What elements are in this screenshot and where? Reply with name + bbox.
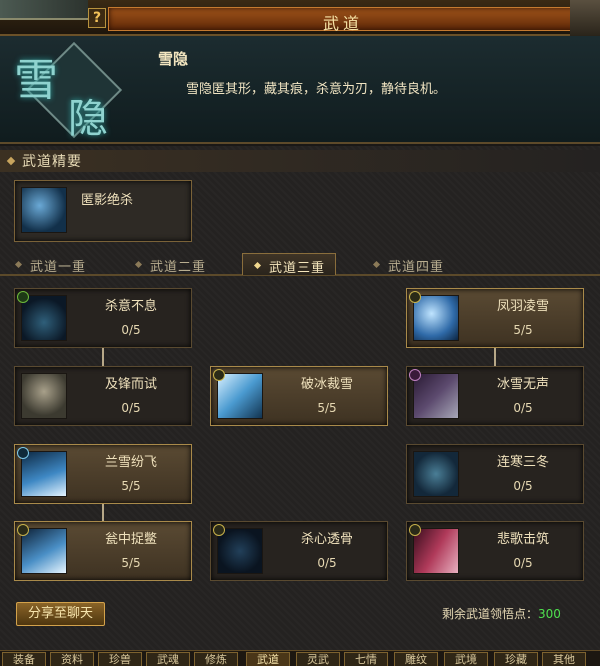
share-to-chat-button[interactable]: 分享至聊天 <box>16 602 105 626</box>
bone-pierce-icon <box>217 528 263 574</box>
bottom-tab-pets[interactable]: 珍兽 <box>98 652 142 666</box>
node-name: 兰雪纷飞 <box>104 455 157 470</box>
bottom-tab-emotions[interactable]: 七情 <box>344 652 388 666</box>
skill-node-ji-feng-er-shi[interactable]: 及锋而试 0/5 <box>14 366 192 426</box>
tab-tier-2[interactable]: 武道二重 <box>124 253 216 275</box>
skill-name: 雪隐 <box>158 50 189 68</box>
bottom-tab-engraving[interactable]: 雕纹 <box>394 652 438 666</box>
node-name: 瓮中捉鳖 <box>104 532 157 547</box>
node-name: 杀意不息 <box>104 299 157 314</box>
strike-badge-icon <box>17 524 29 536</box>
node-name: 破冰裁雪 <box>300 377 353 392</box>
core-skill-name: 匿影绝杀 <box>81 193 134 208</box>
node-points: 0/5 <box>513 556 533 570</box>
points-label: 剩余武道领悟点： <box>442 607 539 621</box>
node-points: 5/5 <box>317 401 337 415</box>
tab-diamond-icon <box>134 260 143 269</box>
phoenix-feather-icon <box>413 295 459 341</box>
node-points: 0/5 <box>513 479 533 493</box>
node-points: 5/5 <box>121 556 141 570</box>
remaining-points: 剩余武道领悟点：300 <box>442 605 561 622</box>
skill-node-lian-han-san-dong[interactable]: 连寒三冬 0/5 <box>406 444 584 504</box>
node-name: 连寒三冬 <box>496 455 549 470</box>
bottom-tab-spirit-weapon[interactable]: 灵武 <box>296 652 340 666</box>
node-points: 0/5 <box>121 323 141 337</box>
strike-badge-icon <box>213 524 225 536</box>
tab-label: 武道四重 <box>388 260 445 275</box>
swirl-badge-icon <box>409 369 421 381</box>
tab-label: 武道二重 <box>150 260 207 275</box>
leaf-badge-icon <box>17 291 29 303</box>
silent-frost-icon <box>413 373 459 419</box>
emblem-char-1: 雪 <box>14 55 58 106</box>
window-title: 武道 <box>322 14 363 33</box>
skill-node-bei-ge-ji-zhu[interactable]: 悲歌击筑 0/5 <box>406 521 584 581</box>
bottom-tab-realm[interactable]: 武境 <box>444 652 488 666</box>
title-decoration-right <box>570 0 600 36</box>
section-title: 武道精要 <box>22 154 82 170</box>
tree-connector <box>102 348 104 366</box>
strike-badge-icon <box>409 291 421 303</box>
bottom-tab-profile[interactable]: 资料 <box>50 652 94 666</box>
node-name: 及锋而试 <box>104 377 157 392</box>
bottom-tab-soul[interactable]: 武魂 <box>146 652 190 666</box>
node-points: 5/5 <box>121 479 141 493</box>
bottom-tab-wudao[interactable]: 武道 <box>246 652 290 666</box>
skill-node-lan-xue-fen-fei[interactable]: 兰雪纷飞 5/5 <box>14 444 192 504</box>
points-value: 300 <box>538 607 561 621</box>
tab-tier-1[interactable]: 武道一重 <box>4 253 96 275</box>
tab-diamond-icon <box>372 260 381 269</box>
tree-connector <box>102 503 104 521</box>
moon-badge-icon <box>17 447 29 459</box>
bottom-tab-cultivation[interactable]: 修炼 <box>194 652 238 666</box>
skill-node-sha-xin-tou-gu[interactable]: 杀心透骨 0/5 <box>210 521 388 581</box>
help-button[interactable]: ? <box>88 8 106 28</box>
strike-badge-icon <box>213 369 225 381</box>
skill-node-sha-yi-bu-xi[interactable]: 杀意不息 0/5 <box>14 288 192 348</box>
title-decoration-left <box>0 0 88 20</box>
tab-label: 武道三重 <box>269 261 326 276</box>
title-bar: ? 武道 <box>0 0 600 36</box>
node-name: 冰雪无声 <box>496 377 549 392</box>
node-name: 杀心透骨 <box>300 532 353 547</box>
shadow-kill-icon <box>21 187 67 233</box>
assassin-icon <box>21 295 67 341</box>
skill-node-feng-yu-ling-xue[interactable]: 凤羽凌雪 5/5 <box>406 288 584 348</box>
bottom-tab-equipment[interactable]: 装备 <box>2 652 46 666</box>
bottom-tab-other[interactable]: 其他 <box>542 652 586 666</box>
triple-winter-icon <box>413 451 459 497</box>
skill-description: 雪隐匿其形，藏其痕，杀意为刃，静待良机。 <box>186 82 447 97</box>
trap-icon <box>21 528 67 574</box>
node-name: 凤羽凌雪 <box>496 299 549 314</box>
bald-warrior-icon <box>21 373 67 419</box>
core-skill[interactable]: 匿影绝杀 <box>14 180 192 242</box>
node-name: 悲歌击筑 <box>496 532 549 547</box>
node-points: 0/5 <box>317 556 337 570</box>
ice-break-icon <box>217 373 263 419</box>
bottom-tab-collection[interactable]: 珍藏 <box>494 652 538 666</box>
tree-connector <box>494 348 496 366</box>
tab-tier-4[interactable]: 武道四重 <box>362 253 454 275</box>
section-header <box>0 150 600 172</box>
orchid-snow-icon <box>21 451 67 497</box>
tab-label: 武道一重 <box>30 260 87 275</box>
skill-node-weng-zhong-zhuo-bie[interactable]: 瓮中捉鳖 5/5 <box>14 521 192 581</box>
strike-badge-icon <box>409 524 421 536</box>
sorrow-song-icon <box>413 528 459 574</box>
skill-node-bing-xue-wu-sheng[interactable]: 冰雪无声 0/5 <box>406 366 584 426</box>
emblem-char-2: 隐 <box>68 96 108 142</box>
tab-tier-3[interactable]: 武道三重 <box>242 253 337 276</box>
skill-emblem: 雪 隐 <box>6 40 144 142</box>
node-points: 0/5 <box>513 401 533 415</box>
tab-diamond-icon <box>14 260 23 269</box>
title-band: 武道 <box>108 7 578 33</box>
node-points: 5/5 <box>513 323 533 337</box>
skill-node-po-bing-cai-xue[interactable]: 破冰裁雪 5/5 <box>210 366 388 426</box>
tab-diamond-icon <box>253 261 262 270</box>
node-points: 0/5 <box>121 401 141 415</box>
